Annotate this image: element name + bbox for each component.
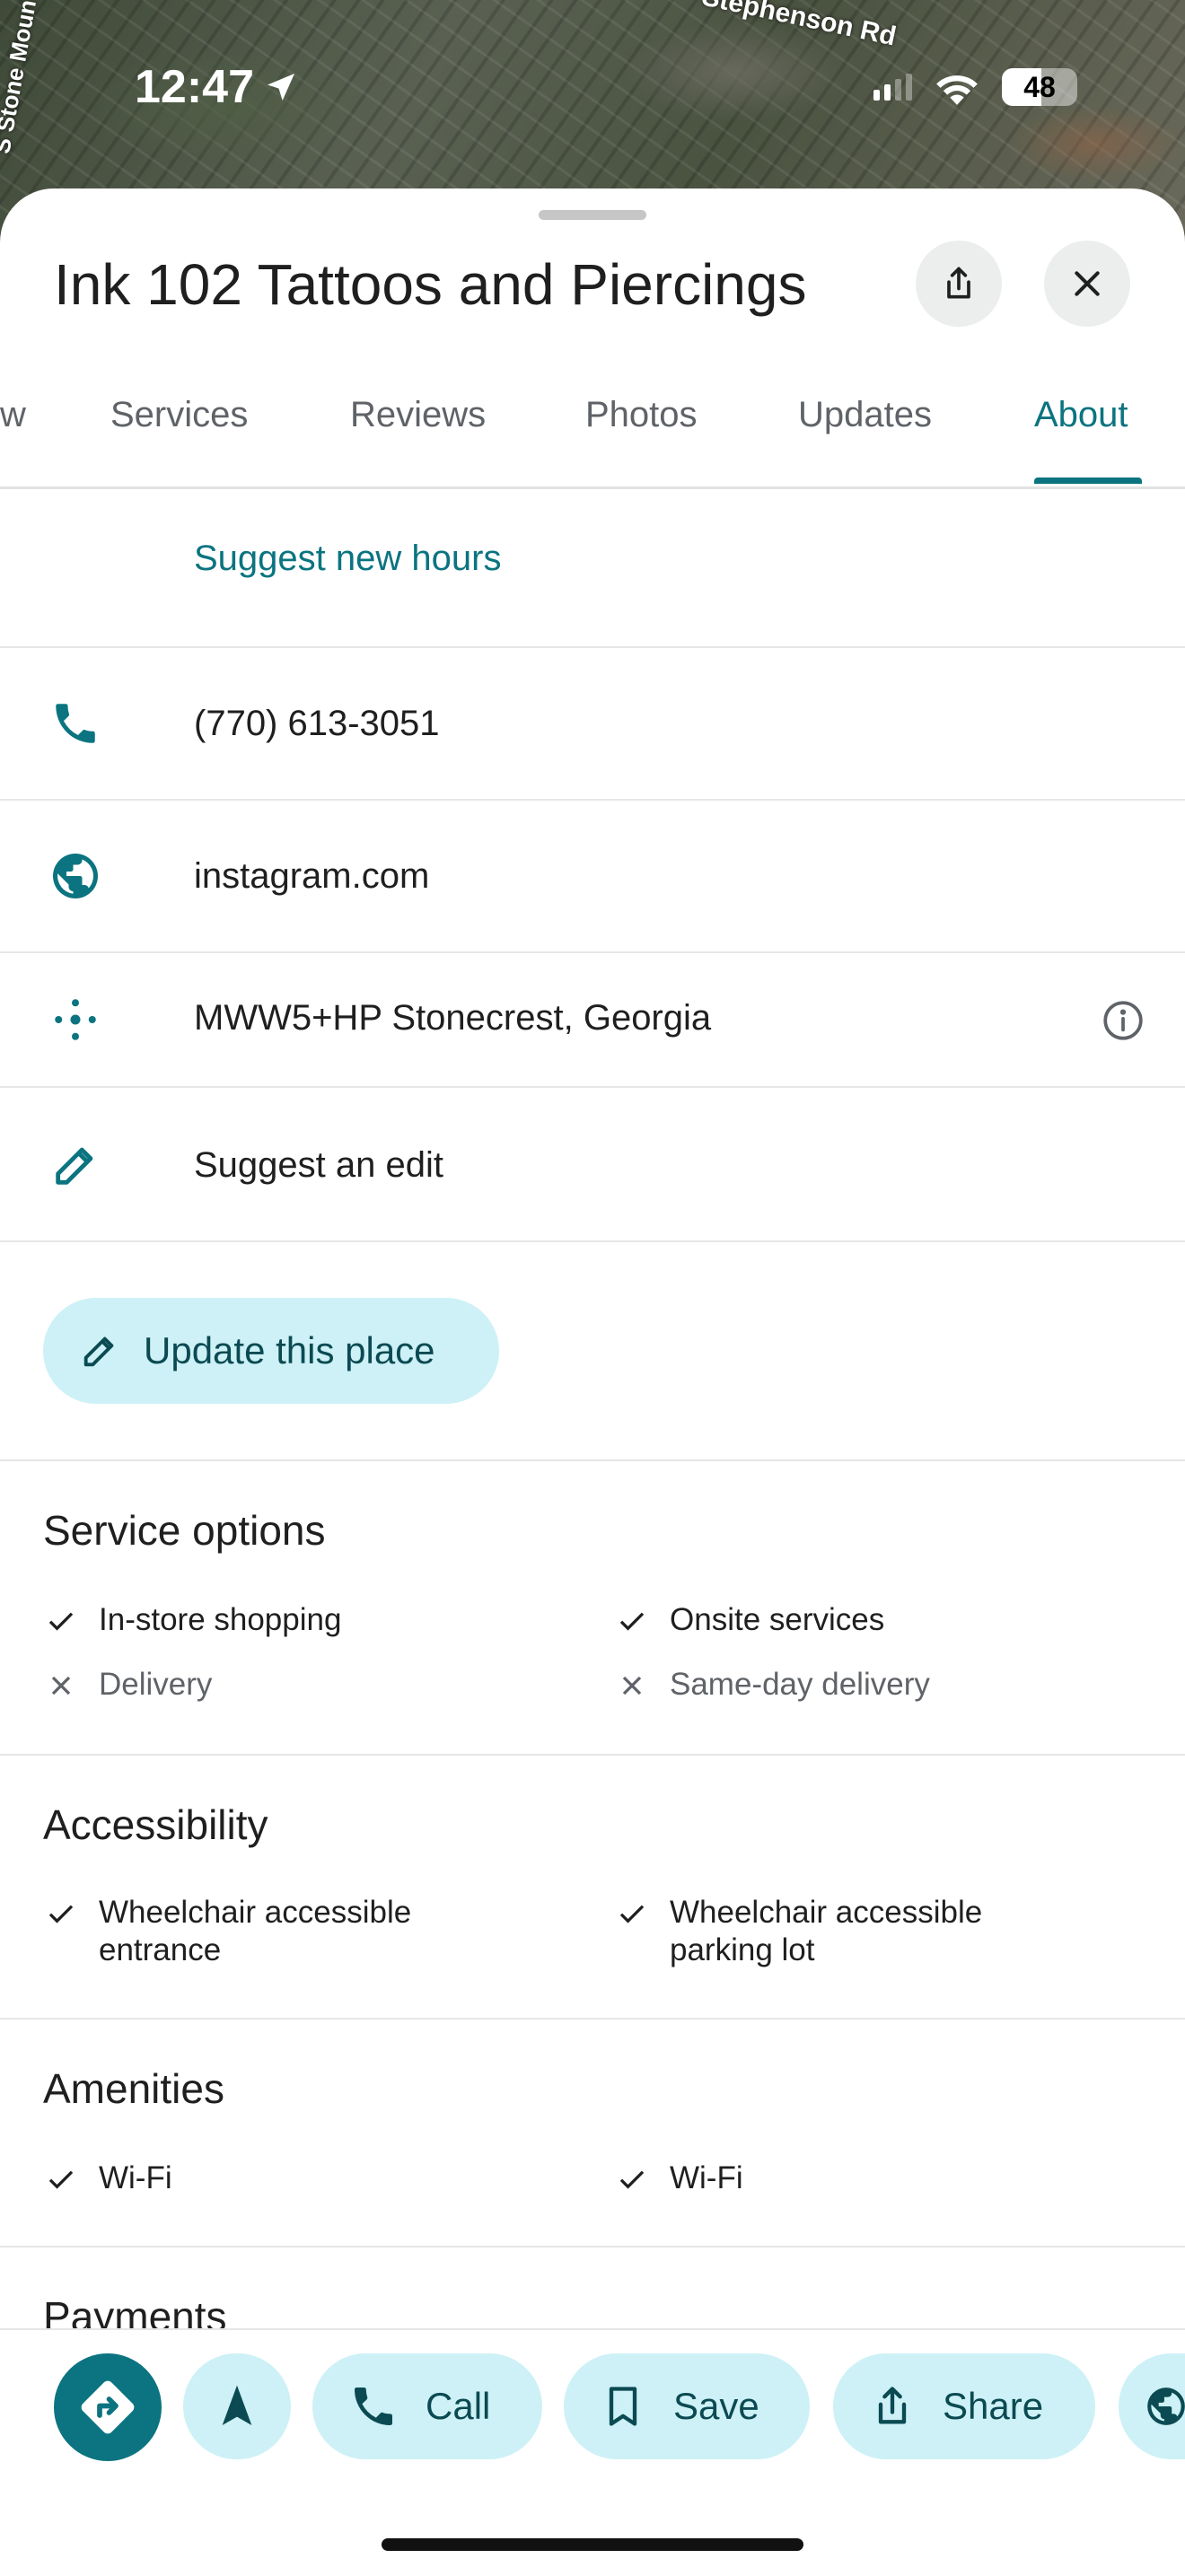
tab-services[interactable]: Services (110, 395, 248, 435)
wifi-icon (936, 75, 978, 105)
tab-about[interactable]: About (1034, 395, 1128, 435)
attribute-wifi: Wi-Fi (45, 2160, 172, 2197)
close-icon (1075, 271, 1100, 296)
tab-updates[interactable]: Updates (798, 395, 932, 435)
attribute-in-store-shopping: In-store shopping (45, 1601, 341, 1639)
share-button[interactable] (916, 241, 1002, 327)
update-place-button[interactable]: Update this place (43, 1298, 499, 1404)
active-tab-indicator (1034, 478, 1142, 484)
place-title: Ink 102 Tattoos and Piercings (54, 252, 807, 317)
phone-row[interactable]: (770) 613-3051 (0, 648, 1185, 801)
road-label-stone-mountain: S Stone Moun (0, 0, 41, 156)
directions-icon (81, 2380, 135, 2434)
tab-reviews[interactable]: Reviews (350, 395, 486, 435)
update-place-label: Update this place (144, 1329, 435, 1371)
check-icon (48, 1905, 74, 1923)
pencil-icon (45, 1135, 106, 1196)
divider (0, 2018, 1185, 2020)
check-icon (48, 2170, 74, 2189)
share-icon (878, 2387, 907, 2424)
status-time: 12:47 (135, 56, 299, 118)
home-indicator[interactable] (382, 2538, 803, 2551)
divider (0, 1459, 1185, 1461)
divider (0, 2246, 1185, 2247)
location-arrow-icon (268, 74, 294, 101)
attribute-same-day-delivery: Same-day delivery (616, 1666, 930, 1704)
place-sheet: Ink 102 Tattoos and Piercings w Services… (0, 188, 1185, 2574)
cross-icon (51, 1676, 71, 1695)
tab-bar: w Services Reviews Photos Updates About (0, 368, 1185, 489)
accessibility-title: Accessibility (43, 1801, 268, 1848)
sheet-drag-handle[interactable] (539, 210, 646, 220)
website-button[interactable] (1119, 2353, 1185, 2459)
attribute-wheelchair-parking: Wheelchair accessible parking lot (616, 1894, 1083, 1969)
phone-icon (45, 693, 106, 754)
check-icon (619, 1612, 645, 1631)
share-icon (947, 267, 970, 299)
attribute-wheelchair-entrance: Wheelchair accessible entrance (45, 1894, 512, 1969)
phone-icon (355, 2388, 392, 2425)
globe-icon (1147, 2388, 1185, 2425)
tab-photos[interactable]: Photos (585, 395, 698, 435)
plus-code-row[interactable]: MWW5+HP Stonecrest, Georgia (0, 953, 1185, 1088)
check-icon (619, 1905, 645, 1923)
status-indicators: 48 (873, 56, 1077, 118)
pencil-icon (83, 1336, 114, 1367)
road-label-stephenson: Stephenson Rd (699, 0, 900, 52)
tab-overview[interactable]: w (0, 395, 26, 435)
info-icon[interactable] (1101, 998, 1146, 1047)
website-link[interactable]: instagram.com (194, 856, 429, 897)
plus-code-icon (45, 989, 106, 1050)
service-options-title: Service options (43, 1507, 326, 1554)
save-label: Save (673, 2385, 759, 2427)
directions-button[interactable] (54, 2353, 162, 2461)
attribute-wifi: Wi-Fi (616, 2160, 743, 2197)
suggest-edit-text: Suggest an edit (194, 1145, 443, 1185)
attribute-delivery: Delivery (45, 1666, 212, 1704)
suggest-hours-row[interactable]: Suggest new hours (0, 488, 1185, 648)
suggest-hours-link[interactable]: Suggest new hours (194, 539, 501, 579)
suggest-edit-row[interactable]: Suggest an edit (0, 1088, 1185, 1242)
plus-code-text[interactable]: MWW5+HP Stonecrest, Georgia (194, 998, 711, 1038)
bookmark-icon (609, 2387, 637, 2426)
website-row[interactable]: instagram.com (0, 801, 1185, 953)
battery-level: 48 (1023, 70, 1056, 103)
check-icon (619, 2170, 645, 2189)
check-icon (48, 1612, 74, 1631)
phone-number[interactable]: (770) 613-3051 (194, 704, 440, 744)
save-button[interactable]: Save (564, 2353, 810, 2459)
call-label: Call (426, 2385, 491, 2427)
battery-indicator: 48 (1002, 68, 1077, 106)
start-navigation-button[interactable] (183, 2353, 291, 2459)
time-text: 12:47 (135, 61, 254, 113)
close-button[interactable] (1044, 241, 1130, 327)
divider (0, 1754, 1185, 1756)
amenities-title: Amenities (43, 2065, 224, 2112)
cellular-signal-icon (873, 74, 912, 101)
call-button[interactable]: Call (312, 2353, 542, 2459)
globe-icon (45, 846, 106, 907)
navigation-arrow-icon (222, 2385, 252, 2425)
cross-icon (622, 1676, 642, 1695)
attribute-onsite-services: Onsite services (616, 1601, 884, 1639)
share-pill-button[interactable]: Share (833, 2353, 1095, 2459)
share-label: Share (943, 2385, 1044, 2427)
